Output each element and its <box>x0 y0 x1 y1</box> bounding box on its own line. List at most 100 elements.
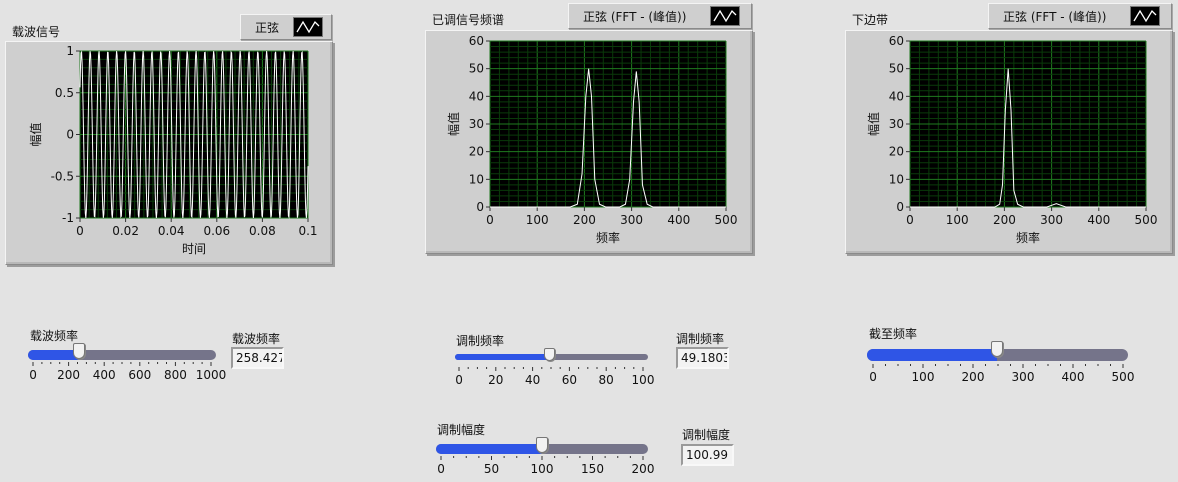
scale-tick-label: 80 <box>599 373 614 387</box>
y-axis-label: 幅值 <box>866 112 881 136</box>
mod-amp-scale-svg: 0 50 100 150 200 <box>437 456 654 476</box>
y-tick-label: 0 <box>476 200 484 214</box>
modulated-spectrum-graph: 0 100 200 300 400 500 60 50 40 30 20 10 0 频率 幅值 <box>425 30 753 254</box>
x-tick-label: 0 <box>906 213 914 227</box>
modulated-graph-title: 已调信号频谱 <box>432 13 505 27</box>
sine-wave-icon <box>1130 6 1160 26</box>
x-tick-label: 500 <box>1135 213 1158 227</box>
scale-tick-label: 0 <box>437 462 445 476</box>
mod-amp-slider-fill <box>436 444 542 454</box>
y-tick-label: 10 <box>469 172 484 186</box>
mod-amp-slider-thumb[interactable] <box>536 437 548 453</box>
x-tick-label: 0 <box>486 213 494 227</box>
carrier-freq-scale-svg: 0 200 400 600 800 1000 <box>29 362 226 382</box>
carrier-graph-title: 载波信号 <box>12 25 61 39</box>
mod-freq-scale-svg: 0 20 40 60 80 100 <box>455 367 654 387</box>
x-tick-label: 400 <box>667 213 690 227</box>
scale-tick-label: 500 <box>1112 370 1135 384</box>
y-tick-label: -1 <box>62 211 74 225</box>
scale-tick-label: 400 <box>1062 370 1085 384</box>
x-tick-label: 0.06 <box>203 224 230 238</box>
x-axis-label: 时间 <box>182 242 206 256</box>
x-tick-label: 200 <box>573 213 596 227</box>
scale-tick-label: 20 <box>488 373 503 387</box>
lower-sideband-title: 下边带 <box>852 13 889 27</box>
scale-tick-label: 100 <box>912 370 935 384</box>
y-tick-label: 0 <box>66 128 74 142</box>
y-tick-label: 60 <box>469 34 484 48</box>
scale-tick-label: 0 <box>29 368 37 382</box>
cutoff-freq-slider-fill <box>867 349 997 361</box>
lower-chart-svg: 0 100 200 300 400 5006050403020100频率幅值 <box>866 34 1158 245</box>
x-tick-label: 500 <box>715 213 738 227</box>
mod-amp-indicator: 100.99 <box>681 444 734 466</box>
mod-amp-slider-label: 调制幅度 <box>437 423 486 437</box>
carrier-freq-indicator-label: 载波频率 <box>232 332 281 346</box>
y-tick-label: 40 <box>469 89 484 103</box>
y-tick-label: 30 <box>889 117 904 131</box>
y-tick-label: 20 <box>469 145 484 159</box>
y-tick-label: 40 <box>889 89 904 103</box>
lower-plot-legend[interactable]: 正弦 (FFT - (峰值)) <box>988 3 1172 29</box>
lower-legend-label: 正弦 (FFT - (峰值)) <box>1003 10 1107 24</box>
carrier-freq-indicator: 258.427 <box>231 347 284 369</box>
mod-freq-slider-thumb[interactable] <box>544 348 555 361</box>
mod-amp-scale: 0 50 100 150 200 <box>437 456 654 480</box>
x-axis-label: 频率 <box>596 230 620 245</box>
carrier-chart-svg: 0 0.02 0.04 0.06 0.08 0.1 1 0.5 0 -0.5 -1 时间 幅值 <box>28 44 318 256</box>
scale-tick-label: 300 <box>1012 370 1035 384</box>
sine-wave-icon <box>710 6 740 26</box>
scale-tick-label: 600 <box>128 368 151 382</box>
scale-tick-label: 1000 <box>196 368 227 382</box>
carrier-legend-label: 正弦 <box>255 21 280 35</box>
scale-tick-label: 50 <box>484 462 499 476</box>
mod-freq-slider-fill <box>455 354 549 360</box>
x-axis-label: 频率 <box>1016 230 1040 245</box>
cutoff-freq-slider-label: 截至频率 <box>869 327 918 341</box>
x-tick-label: 300 <box>620 213 643 227</box>
y-tick-label: -0.5 <box>51 169 74 183</box>
scale-tick-label: 40 <box>525 373 540 387</box>
x-tick-label: 0.1 <box>298 224 317 238</box>
mod-freq-indicator: 49.1803 <box>676 347 729 369</box>
x-tick-label: 400 <box>1087 213 1110 227</box>
x-tick-label: 0.04 <box>158 224 185 238</box>
y-tick-label: 50 <box>469 62 484 76</box>
y-tick-label: 60 <box>889 34 904 48</box>
cutoff-freq-scale: 0 100 200 300 400 500 <box>869 364 1134 388</box>
cutoff-freq-scale-svg: 0 100 200 300 400 500 <box>869 364 1134 384</box>
y-axis-label: 幅值 <box>28 122 43 146</box>
x-tick-label: 0 <box>76 224 84 238</box>
scale-tick-label: 400 <box>93 368 116 382</box>
y-tick-label: 30 <box>469 117 484 131</box>
x-tick-label: 200 <box>993 213 1016 227</box>
carrier-plot-legend[interactable]: 正弦 <box>240 14 332 40</box>
carrier-freq-slider-label: 载波频率 <box>30 329 79 343</box>
x-tick-label: 300 <box>1040 213 1063 227</box>
y-tick-label: 10 <box>889 172 904 186</box>
scale-tick-label: 150 <box>581 462 604 476</box>
x-tick-label: 100 <box>526 213 549 227</box>
y-tick-label: 0 <box>896 200 904 214</box>
modulated-plot-legend[interactable]: 正弦 (FFT - (峰值)) <box>568 3 752 29</box>
lower-sideband-graph: 0 100 200 300 400 500 60 50 40 30 20 10 0 频率 幅值 <box>845 30 1173 254</box>
scale-tick-label: 100 <box>531 462 554 476</box>
mod-amp-indicator-label: 调制幅度 <box>682 428 731 442</box>
y-tick-label: 50 <box>889 62 904 76</box>
mod-freq-slider-label: 调制频率 <box>456 334 505 348</box>
x-tick-label: 0.08 <box>249 224 276 238</box>
carrier-graph: 0 0.02 0.04 0.06 0.08 0.1 1 0.5 0 -0.5 -1 时间 幅值 <box>5 41 333 265</box>
scale-tick-label: 100 <box>632 373 655 387</box>
x-tick-label: 100 <box>946 213 969 227</box>
modulated-chart-svg: 0 100 200 300 400 5006050403020100频率幅值 <box>446 34 738 245</box>
sine-wave-icon <box>293 17 323 37</box>
carrier-freq-slider-fill <box>28 350 78 360</box>
carrier-freq-scale: 0 200 400 600 800 1000 <box>29 362 226 386</box>
y-tick-label: 1 <box>66 44 74 58</box>
mod-freq-indicator-label: 调制频率 <box>676 332 725 346</box>
cutoff-freq-slider-thumb[interactable] <box>991 341 1003 357</box>
carrier-freq-slider-thumb[interactable] <box>73 343 85 359</box>
scale-tick-label: 200 <box>57 368 80 382</box>
carrier-freq-slider[interactable] <box>28 350 216 360</box>
scale-tick-label: 60 <box>562 373 577 387</box>
